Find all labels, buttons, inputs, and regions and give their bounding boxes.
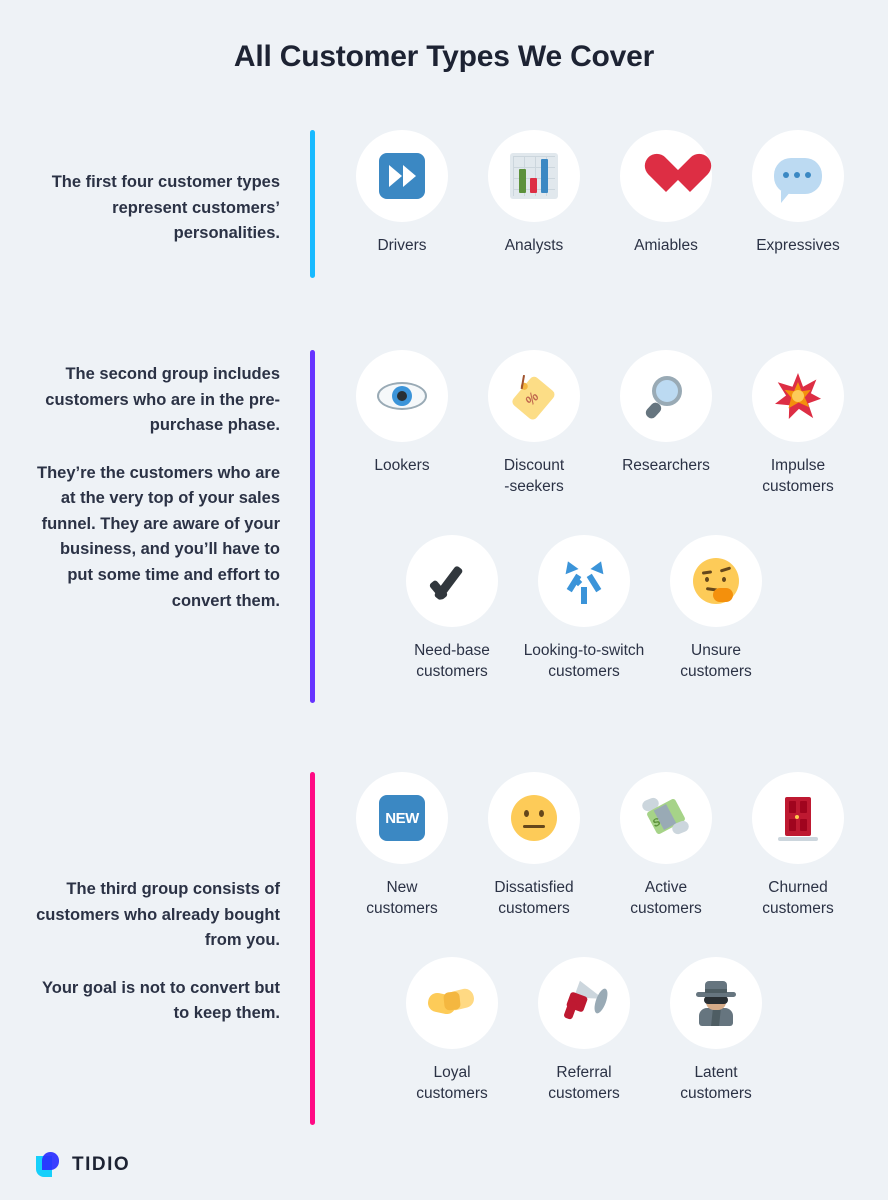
customer-type-loyal[interactable]: Loyal customers — [386, 957, 518, 1105]
accent-bar-section-2 — [310, 350, 315, 703]
customer-type-label: Amiables — [634, 237, 698, 254]
customer-type-label: Active customers — [630, 879, 702, 917]
icon-circle — [670, 957, 762, 1049]
section-post-purchase: The third group consists of customers wh… — [0, 772, 888, 1132]
icon-row-pre-purchase-a: Lookers % Discount -seekers Researchers — [336, 350, 864, 498]
paragraph: The second group includes customers who … — [45, 365, 280, 435]
handshake-icon — [426, 986, 476, 1020]
customer-type-analysts[interactable]: Analysts — [468, 130, 600, 257]
speech-balloon-icon — [774, 158, 822, 203]
icon-circle — [488, 130, 580, 222]
icon-circle — [752, 130, 844, 222]
customer-type-label: Drivers — [377, 237, 427, 254]
customer-type-expressives[interactable]: Expressives — [732, 130, 864, 257]
tidio-logo-icon — [36, 1152, 62, 1178]
icon-circle — [406, 957, 498, 1049]
customer-type-dissatisfied[interactable]: Dissatisfied customers — [468, 772, 600, 920]
customer-type-churned[interactable]: Churned customers — [732, 772, 864, 920]
magnifying-glass-icon — [643, 373, 689, 421]
discount-tag-icon: % — [507, 369, 562, 424]
icon-circle — [620, 350, 712, 442]
new-button-icon: NEW — [379, 795, 425, 841]
customer-type-researchers[interactable]: Researchers — [600, 350, 732, 498]
accent-bar-section-3 — [310, 772, 315, 1125]
customer-type-amiables[interactable]: Amiables — [600, 130, 732, 257]
customer-type-lookers[interactable]: Lookers — [336, 350, 468, 498]
fork-arrows-icon — [561, 558, 608, 604]
customer-type-discount-seekers[interactable]: % Discount -seekers — [468, 350, 600, 498]
brand-name: TIDIO — [72, 1154, 131, 1175]
icon-circle — [356, 350, 448, 442]
footer-logo[interactable]: TIDIO — [36, 1152, 130, 1178]
customer-type-need-base[interactable]: Need-base customers — [386, 535, 518, 683]
icon-circle — [488, 772, 580, 864]
paragraph: Your goal is not to convert but to keep … — [41, 978, 280, 1023]
customer-type-new[interactable]: NEW New customers — [336, 772, 468, 920]
customer-type-unsure[interactable]: Unsure customers — [650, 535, 782, 683]
customer-type-label: Loyal customers — [416, 1064, 488, 1102]
fast-forward-icon — [379, 153, 425, 199]
icon-circle — [620, 130, 712, 222]
closed-door-icon — [778, 795, 818, 841]
icon-circle — [752, 772, 844, 864]
customer-type-label: Need-base customers — [414, 642, 490, 680]
section-personalities: The first four customer types represent … — [0, 130, 888, 290]
icon-circle — [538, 535, 630, 627]
customer-type-label: Looking-to-switch customers — [523, 642, 645, 680]
page-title: All Customer Types We Cover — [233, 40, 655, 73]
customer-type-referral[interactable]: Referral customers — [518, 957, 650, 1105]
check-mark-icon — [428, 558, 475, 604]
icon-row-personalities: Drivers Analysts Amiables Expressives — [336, 130, 864, 257]
customer-type-label: Researchers — [622, 457, 710, 474]
megaphone-icon — [560, 980, 611, 1023]
customer-type-label: Analysts — [504, 237, 564, 254]
icon-circle — [406, 535, 498, 627]
customer-type-label: Latent customers — [680, 1064, 752, 1102]
customer-type-impulse[interactable]: Impulse customers — [732, 350, 864, 498]
thinking-face-icon — [693, 558, 739, 604]
customer-type-label: Dissatisfied customers — [494, 879, 574, 917]
bar-chart-icon — [510, 153, 558, 199]
customer-type-label: Discount -seekers — [503, 457, 565, 495]
icon-circle — [670, 535, 762, 627]
icon-row-post-purchase-b: Loyal customers Referral customers Laten… — [386, 957, 782, 1105]
icon-circle — [538, 957, 630, 1049]
customer-type-label: Referral customers — [548, 1064, 620, 1102]
heart-icon — [643, 155, 689, 197]
customer-type-label: Lookers — [374, 457, 430, 474]
accent-bar-section-1 — [310, 130, 315, 278]
customer-type-label: Churned customers — [762, 879, 834, 917]
eye-icon — [377, 382, 427, 410]
paragraph: The first four customer types represent … — [51, 173, 280, 243]
customer-type-drivers[interactable]: Drivers — [336, 130, 468, 257]
section-3-description: The third group consists of customers wh… — [30, 877, 280, 1027]
section-pre-purchase: The second group includes customers who … — [0, 350, 888, 710]
paragraph: The third group consists of customers wh… — [36, 880, 280, 950]
customer-type-label: Unsure customers — [680, 642, 752, 680]
customer-type-active[interactable]: S Active customers — [600, 772, 732, 920]
icon-row-post-purchase-a: NEW New customers Dissatisfied customers… — [336, 772, 864, 920]
collision-star-icon — [775, 373, 821, 419]
section-2-description: The second group includes customers who … — [30, 362, 280, 614]
icon-circle: S — [620, 772, 712, 864]
customer-type-label: Expressives — [756, 237, 840, 254]
paragraph: They’re the customers who are at the ver… — [37, 463, 280, 610]
section-1-description: The first four customer types represent … — [30, 170, 280, 247]
icon-circle: % — [488, 350, 580, 442]
customer-type-latent[interactable]: Latent customers — [650, 957, 782, 1105]
customer-type-looking-to-switch[interactable]: Looking-to-switch customers — [518, 535, 650, 683]
neutral-face-icon — [511, 795, 557, 841]
money-with-wings-icon: S — [640, 795, 691, 841]
icon-circle: NEW — [356, 772, 448, 864]
icon-circle — [752, 350, 844, 442]
icon-row-pre-purchase-b: Need-base customers Looking-to-switch cu… — [386, 535, 782, 683]
detective-icon — [694, 980, 738, 1026]
customer-type-label: Impulse customers — [762, 457, 834, 495]
icon-circle — [356, 130, 448, 222]
customer-type-label: New customers — [366, 879, 438, 917]
